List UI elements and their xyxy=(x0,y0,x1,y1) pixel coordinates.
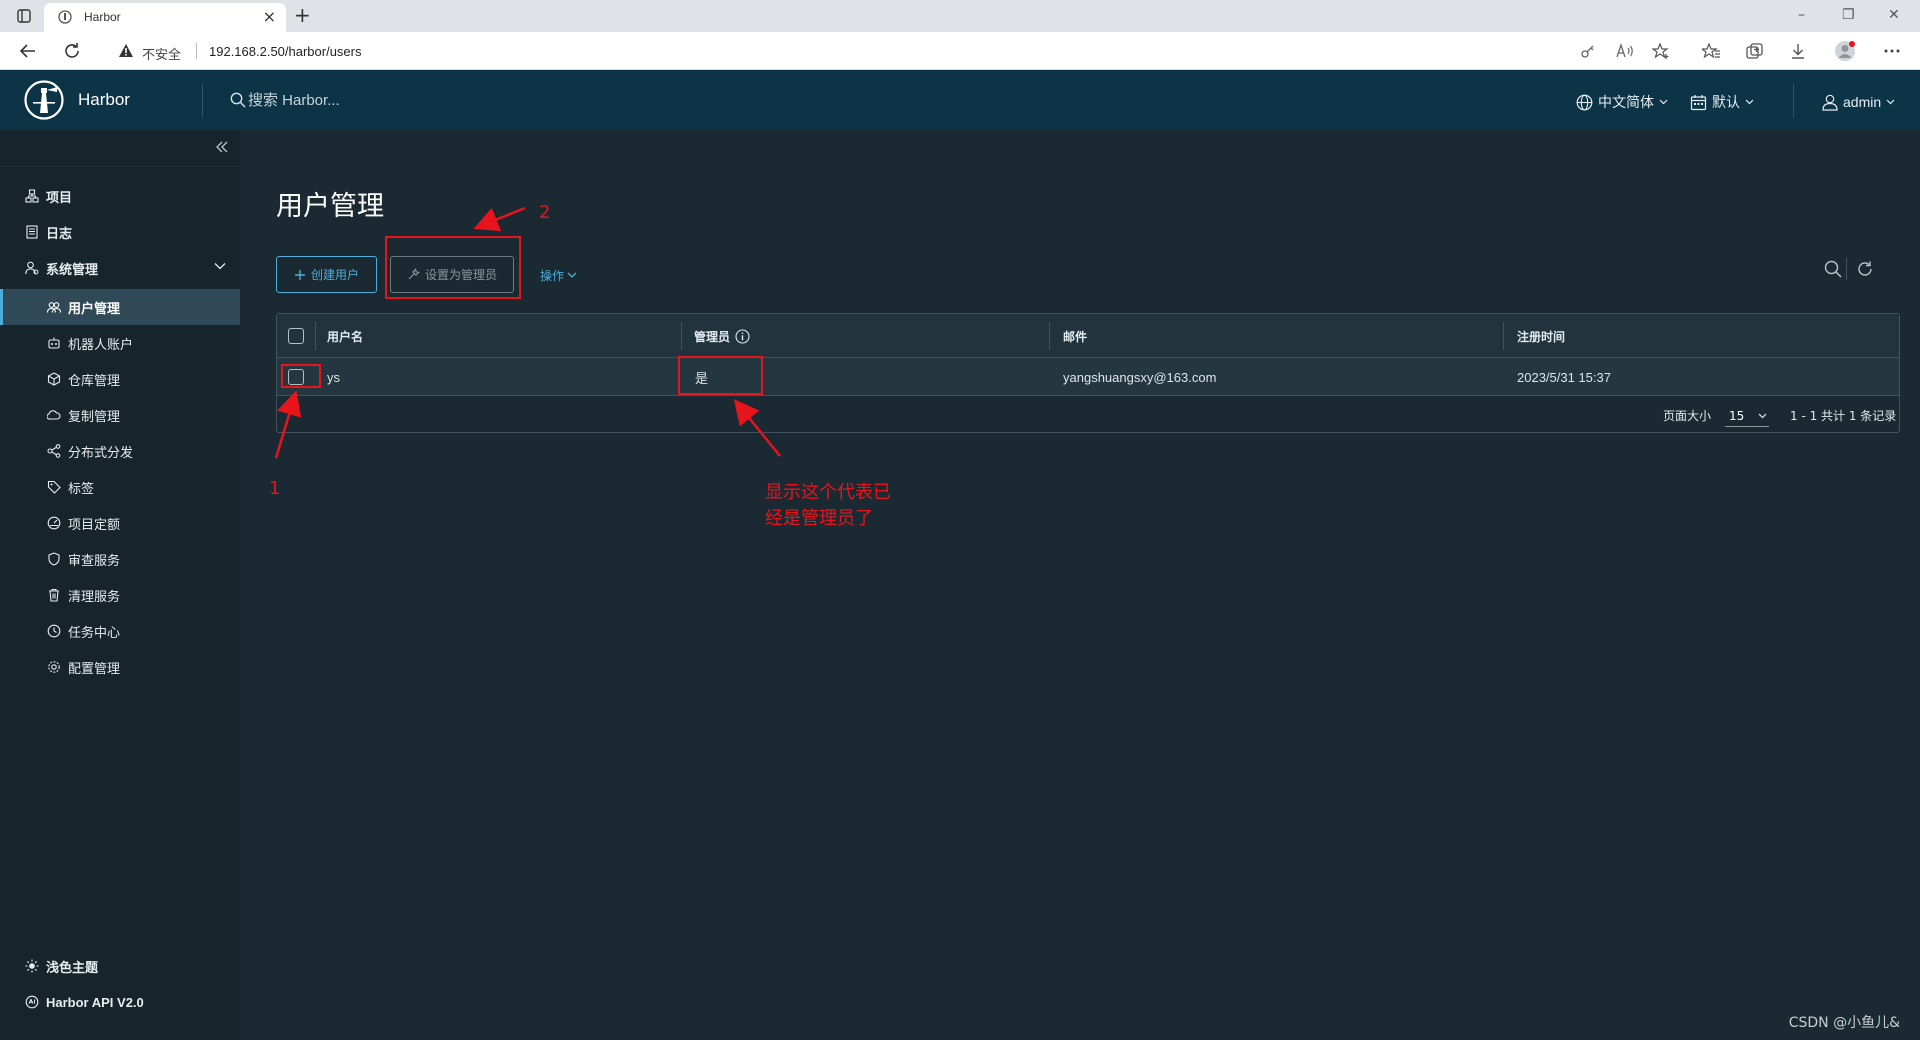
annotation-arrow-2 xyxy=(473,206,526,232)
annotation-label-2: 2 xyxy=(539,202,551,223)
annotation-arrow-note xyxy=(733,399,781,457)
annotation-arrow-1 xyxy=(274,390,302,459)
watermark: CSDN @小鱼儿& xyxy=(1788,1015,1900,1031)
annotation-label-1: 1 xyxy=(269,478,281,499)
annotation-note-line2: 经是管理员了 xyxy=(765,508,873,529)
annotation-arrows xyxy=(274,206,781,459)
annotation-note-line1: 显示这个代表已 xyxy=(765,482,891,503)
